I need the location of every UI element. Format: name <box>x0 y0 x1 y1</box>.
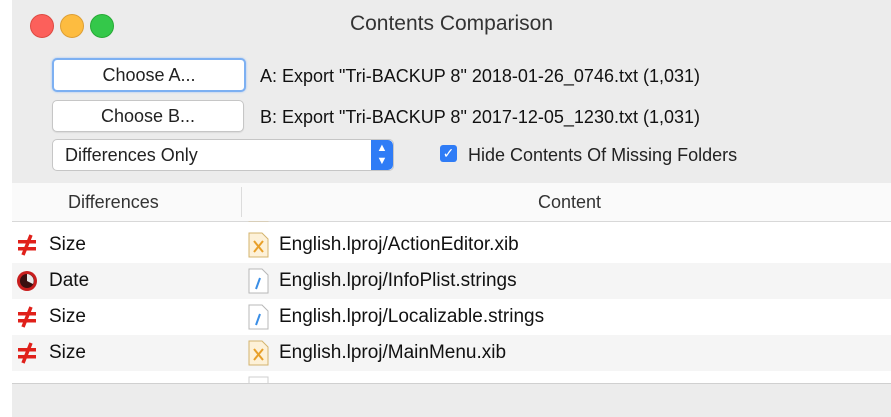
xib-file-icon <box>248 232 269 258</box>
column-divider <box>241 187 242 217</box>
xib-file-icon <box>248 221 269 222</box>
contents-comparison-window: Contents Comparison Choose A... A: Expor… <box>12 0 891 417</box>
title-bar: Contents Comparison <box>12 0 891 52</box>
strings-file-icon <box>248 268 269 294</box>
chevron-up-down-icon: ▲ ▼ <box>371 140 393 170</box>
column-header-differences[interactable]: Differences <box>68 192 159 213</box>
hide-missing-folders-label: Hide Contents Of Missing Folders <box>468 145 738 165</box>
table-row[interactable] <box>12 371 891 383</box>
choose-b-button[interactable]: Choose B... <box>52 100 244 132</box>
column-header-content[interactable]: Content <box>538 192 601 213</box>
filter-select-value: Differences Only <box>65 145 198 165</box>
window-title: Contents Comparison <box>349 12 554 35</box>
file-icon <box>248 376 269 383</box>
table-header: Differences Content <box>12 183 891 222</box>
clock-icon <box>17 271 37 291</box>
difference-type: Size <box>49 234 86 255</box>
hide-missing-folders-checkbox[interactable]: ✓ <box>440 145 457 162</box>
table-row[interactable]: Size English.lproj/Localizable.strings <box>12 299 891 335</box>
difference-type: Date <box>49 270 90 291</box>
table-body: Size English.lproj/ActionEditor.xib Date <box>12 221 891 383</box>
not-equal-icon <box>18 234 36 256</box>
table-row[interactable]: Date English.lproj/InfoPlist.strings <box>12 263 891 299</box>
content-path: English.lproj/Localizable.strings <box>279 306 545 327</box>
choose-a-button[interactable]: Choose A... <box>52 58 246 92</box>
table-row[interactable]: Size English.lproj/MainMenu.xib <box>12 335 891 371</box>
filter-select[interactable]: Differences Only ▲ ▼ <box>52 139 394 171</box>
difference-type: Size <box>49 306 86 327</box>
file-a-label: A: Export "Tri-BACKUP 8" 2018-01-26_0746… <box>260 66 700 86</box>
not-equal-icon <box>18 342 36 364</box>
status-bar <box>12 383 891 417</box>
file-b-label: B: Export "Tri-BACKUP 8" 2017-12-05_1230… <box>260 107 700 127</box>
content-path: English.lproj/ActionEditor.xib <box>279 234 519 255</box>
not-equal-icon <box>18 306 36 328</box>
strings-file-icon <box>248 304 269 330</box>
xib-file-icon <box>248 340 269 366</box>
comparison-table: Differences Content Size English.lproj/A… <box>12 183 891 383</box>
content-path: English.lproj/MainMenu.xib <box>279 342 507 363</box>
content-path: English.lproj/InfoPlist.strings <box>279 270 517 291</box>
difference-type: Size <box>49 342 86 363</box>
table-row[interactable]: Size English.lproj/ActionEditor.xib <box>12 227 891 263</box>
